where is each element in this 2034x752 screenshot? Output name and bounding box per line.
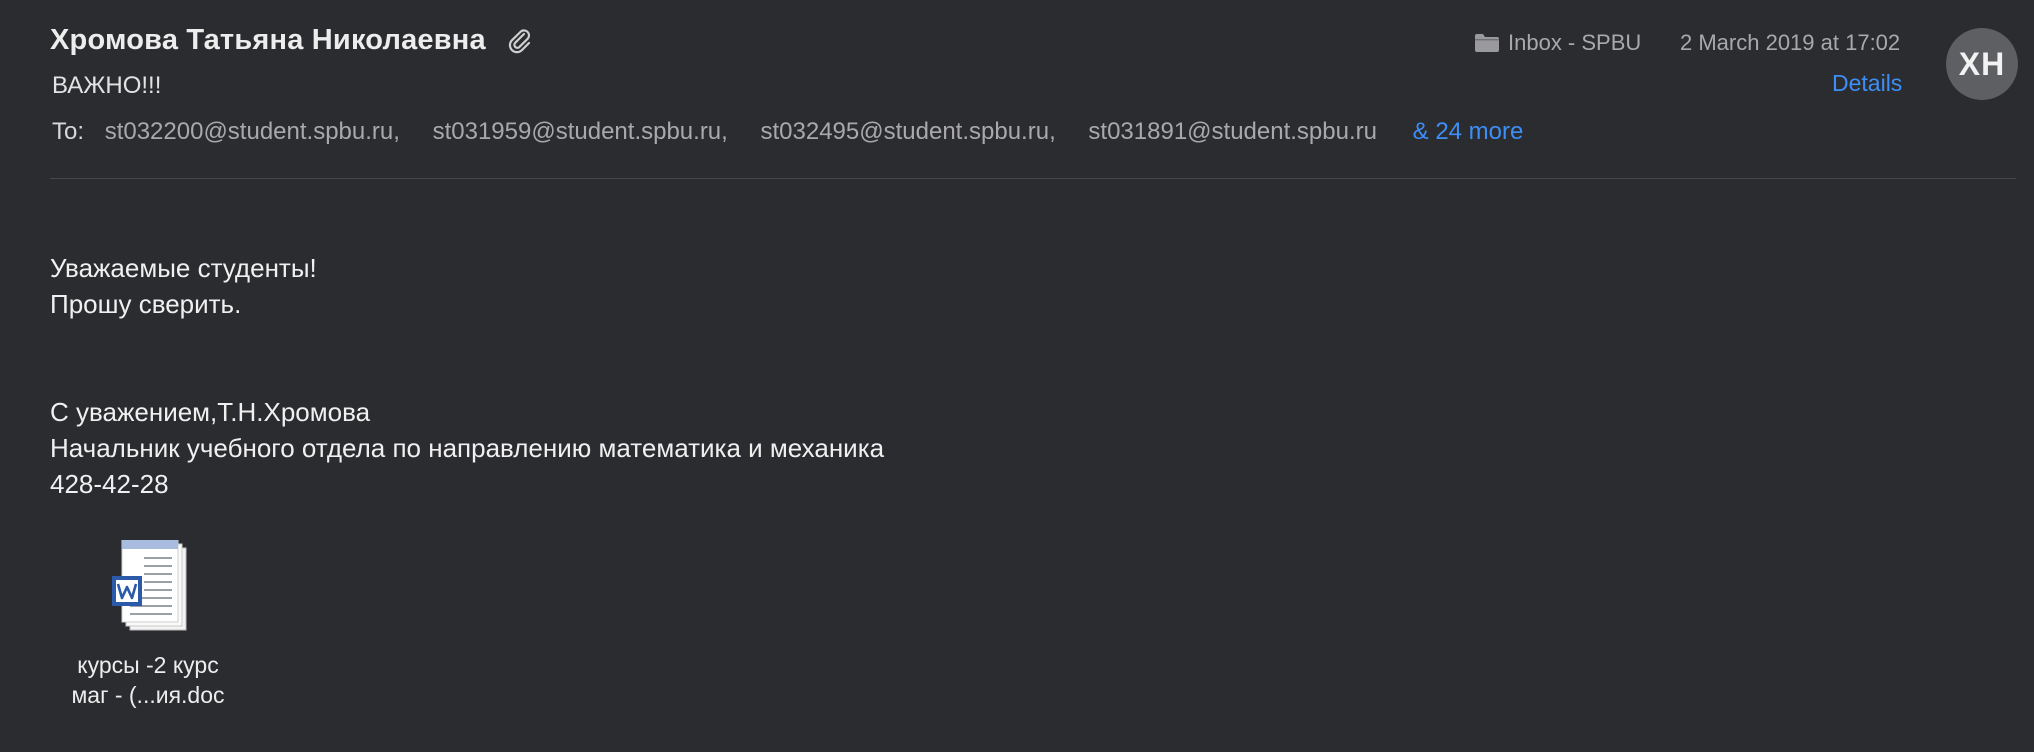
email-date: 2 March 2019 at 17:02 [1680, 30, 1901, 55]
details-link[interactable]: Details [1832, 70, 1902, 97]
body-line: С уважением,Т.Н.Хромова [50, 397, 371, 427]
mailbox-label: Inbox - SPBU [1474, 30, 1641, 56]
recipient[interactable]: st031891@student.spbu.ru [1088, 118, 1377, 145]
attachment-name-line: маг - (...ия.doc [71, 682, 225, 708]
recipient[interactable]: st032200@student.spbu.ru, [105, 118, 400, 145]
avatar: XH [1946, 28, 2018, 100]
body-line: Прошу сверить. [50, 289, 242, 319]
attachment-name-line: курсы -2 курс [77, 652, 219, 678]
more-recipients-link[interactable]: & 24 more [1413, 118, 1524, 145]
attachment-item[interactable]: курсы -2 курс маг - (...ия.doc [50, 540, 246, 710]
paperclip-icon [508, 29, 531, 54]
body-spacer [50, 322, 884, 394]
recipients-row: To: st032200@student.spbu.ru, st031959@s… [52, 118, 1523, 146]
recipient[interactable]: st031959@student.spbu.ru, [433, 118, 728, 145]
recipient[interactable]: st032495@student.spbu.ru, [761, 118, 1056, 145]
mailbox-name: Inbox - SPBU [1508, 30, 1642, 55]
body-line: Уважаемые студенты! [50, 253, 317, 283]
folder-icon [1475, 34, 1499, 52]
sender-name: Хромова Татьяна Николаевна [50, 24, 486, 56]
email-body: Уважаемые студенты! Прошу сверить. С ува… [50, 250, 884, 502]
header-divider [50, 178, 2016, 179]
body-line: 428-42-28 [50, 469, 169, 499]
to-label: To: [52, 118, 85, 145]
email-subject: ВАЖНО!!! [52, 72, 162, 99]
word-document-icon [112, 540, 187, 631]
body-line: Начальник учебного отдела по направлению… [50, 433, 885, 463]
attachment-name: курсы -2 курс маг - (...ия.doc [50, 650, 246, 710]
